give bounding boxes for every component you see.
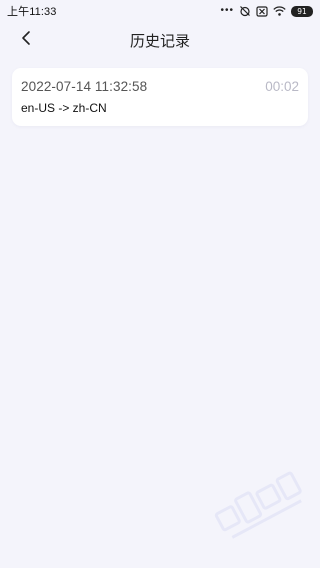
- sim-off-icon: [256, 5, 268, 17]
- history-record-item[interactable]: 2022-07-14 11:32:58 00:02 en-US -> zh-CN: [12, 68, 308, 126]
- back-button[interactable]: [14, 28, 38, 52]
- status-bar: 上午11:33 ••• 91: [0, 0, 320, 22]
- record-datetime: 2022-07-14 11:32:58: [21, 79, 148, 94]
- page-title: 历史记录: [129, 32, 190, 50]
- record-duration: 00:02: [265, 79, 299, 94]
- chevron-left-icon: [20, 30, 32, 51]
- battery-level: 91: [297, 6, 307, 16]
- battery-icon: 91: [291, 5, 313, 17]
- wifi-icon: [273, 6, 286, 16]
- watermark-logo: [204, 458, 320, 558]
- nav-bar: 历史记录: [0, 22, 320, 58]
- record-language-pair: en-US -> zh-CN: [21, 101, 107, 115]
- alarm-off-icon: [239, 5, 251, 17]
- notification-dots: •••: [220, 5, 234, 16]
- history-screen: 上午11:33 ••• 91 历史记录 2022-07-14 11:32:58 …: [0, 0, 320, 568]
- status-time: 上午11:33: [7, 6, 57, 18]
- status-icons: ••• 91: [220, 5, 313, 17]
